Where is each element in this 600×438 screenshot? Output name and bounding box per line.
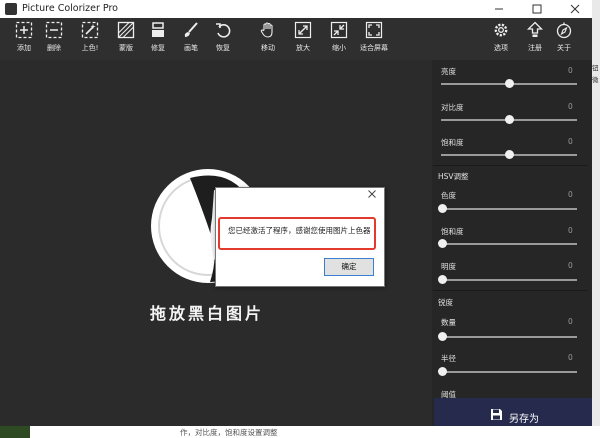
sharpen-section-title: 锐度 — [438, 298, 453, 307]
amount-value: 0 — [568, 317, 573, 326]
zoom-in-label: 放大 — [296, 44, 310, 52]
compass-icon — [556, 22, 572, 39]
colorize-button[interactable]: 上色! — [72, 21, 108, 53]
value-slider[interactable] — [441, 279, 577, 281]
hue-slider[interactable] — [441, 208, 577, 210]
background-image-edge — [0, 426, 30, 438]
hsv-saturation-thumb[interactable] — [438, 239, 447, 248]
gear-icon — [494, 23, 508, 37]
brightness-label: 亮度 — [441, 67, 456, 76]
repair-button[interactable]: 修复 — [140, 21, 176, 53]
drop-image-text: 拖放黑白图片 — [150, 304, 265, 323]
fit-screen-icon — [365, 21, 383, 39]
minus-square-icon — [45, 21, 63, 39]
background-text: 钮 微 — [592, 64, 599, 84]
app-logo-icon — [5, 3, 17, 15]
fit-screen-label: 适合屏幕 — [360, 44, 388, 52]
saturation-value: 0 — [568, 137, 573, 146]
brush-label: 画笔 — [184, 44, 198, 52]
minimize-icon — [495, 8, 503, 10]
dialog-close-button[interactable] — [368, 190, 376, 201]
brush-button[interactable]: 画笔 — [173, 21, 209, 53]
hsv-saturation-slider[interactable] — [441, 243, 577, 245]
zoom-out-button[interactable]: 缩小 — [321, 21, 357, 53]
options-label: 选项 — [494, 44, 508, 52]
zoom-in-button[interactable]: 放大 — [285, 21, 321, 53]
title-bar: Picture Colorizer Pro — [0, 0, 592, 18]
save-as-label: 另存为 — [509, 414, 539, 425]
window-close-button[interactable] — [562, 0, 588, 18]
background-caption: 作，对比度，饱和度设置调整 — [180, 428, 278, 437]
delete-label: 删除 — [47, 44, 61, 52]
hsv-saturation-label: 饱和度 — [441, 227, 464, 236]
contrast-thumb[interactable] — [505, 115, 514, 124]
app-window: Picture Colorizer Pro 添加 删除 上色! 蒙版 修复 画笔… — [0, 0, 592, 426]
close-icon — [570, 4, 580, 14]
dialog-message: 您已经激活了程序，感谢您使用图片上色器 — [228, 226, 371, 235]
restore-button[interactable]: 恢复 — [205, 21, 241, 53]
repair-label: 修复 — [151, 44, 165, 52]
magic-wand-icon — [81, 21, 99, 39]
about-label: 关于 — [557, 44, 571, 52]
move-button[interactable]: 移动 — [250, 21, 286, 53]
amount-slider[interactable] — [441, 336, 577, 338]
close-icon — [368, 190, 376, 198]
delete-button[interactable]: 删除 — [36, 21, 72, 53]
maximize-icon — [532, 4, 542, 14]
move-label: 移动 — [261, 44, 275, 52]
background-strip: 作，对比度，饱和度设置调整 — [0, 426, 600, 438]
radius-label: 半径 — [441, 354, 456, 363]
options-button[interactable]: 选项 — [483, 21, 519, 53]
value-label: 明度 — [441, 262, 456, 271]
contrast-label: 对比度 — [441, 103, 464, 112]
mask-button[interactable]: 蒙版 — [108, 21, 144, 53]
amount-thumb[interactable] — [438, 332, 447, 341]
zoom-out-label: 缩小 — [332, 44, 346, 52]
section-divider — [433, 290, 588, 291]
restore-label: 恢复 — [216, 44, 230, 52]
amount-label: 数量 — [441, 318, 456, 327]
brush-icon — [184, 22, 198, 37]
mask-label: 蒙版 — [119, 44, 133, 52]
brightness-thumb[interactable] — [505, 79, 514, 88]
section-divider — [433, 165, 588, 166]
value-thumb[interactable] — [438, 275, 447, 284]
mask-icon — [117, 21, 135, 39]
undo-icon — [216, 23, 231, 38]
repair-icon — [152, 22, 164, 37]
saturation-thumb[interactable] — [505, 150, 514, 159]
ok-button[interactable]: 确定 — [324, 258, 374, 276]
fit-screen-button[interactable]: 适合屏幕 — [356, 21, 392, 53]
radius-thumb[interactable] — [438, 367, 447, 376]
plus-square-icon — [15, 21, 33, 39]
contrast-value: 0 — [568, 102, 573, 111]
zoom-in-icon — [294, 21, 312, 39]
window-title: Picture Colorizer Pro — [22, 3, 118, 14]
hsv-saturation-value: 0 — [568, 226, 573, 235]
toolbar: 添加 删除 上色! 蒙版 修复 画笔 恢复 移动 放大 缩小 适合屏幕 选项 注… — [0, 18, 592, 60]
value-value: 0 — [568, 261, 573, 270]
colorize-label: 上色! — [81, 44, 99, 52]
zoom-out-icon — [330, 21, 348, 39]
hue-label: 色度 — [441, 191, 456, 200]
maximize-button[interactable] — [524, 0, 550, 18]
hue-value: 0 — [568, 190, 573, 199]
radius-slider[interactable] — [441, 371, 577, 373]
upload-arrow-icon — [526, 21, 544, 37]
hand-icon — [260, 22, 273, 38]
minimize-button[interactable] — [486, 0, 512, 18]
brightness-value: 0 — [568, 66, 573, 75]
hsv-section-title: HSV调整 — [438, 172, 469, 181]
radius-value: 0 — [568, 353, 573, 362]
about-button[interactable]: 关于 — [546, 21, 582, 53]
hue-thumb[interactable] — [438, 204, 447, 213]
activation-dialog: 您已经激活了程序，感谢您使用图片上色器 确定 — [215, 187, 385, 287]
saturation-label: 饱和度 — [441, 138, 464, 147]
floppy-disk-icon — [491, 409, 502, 420]
